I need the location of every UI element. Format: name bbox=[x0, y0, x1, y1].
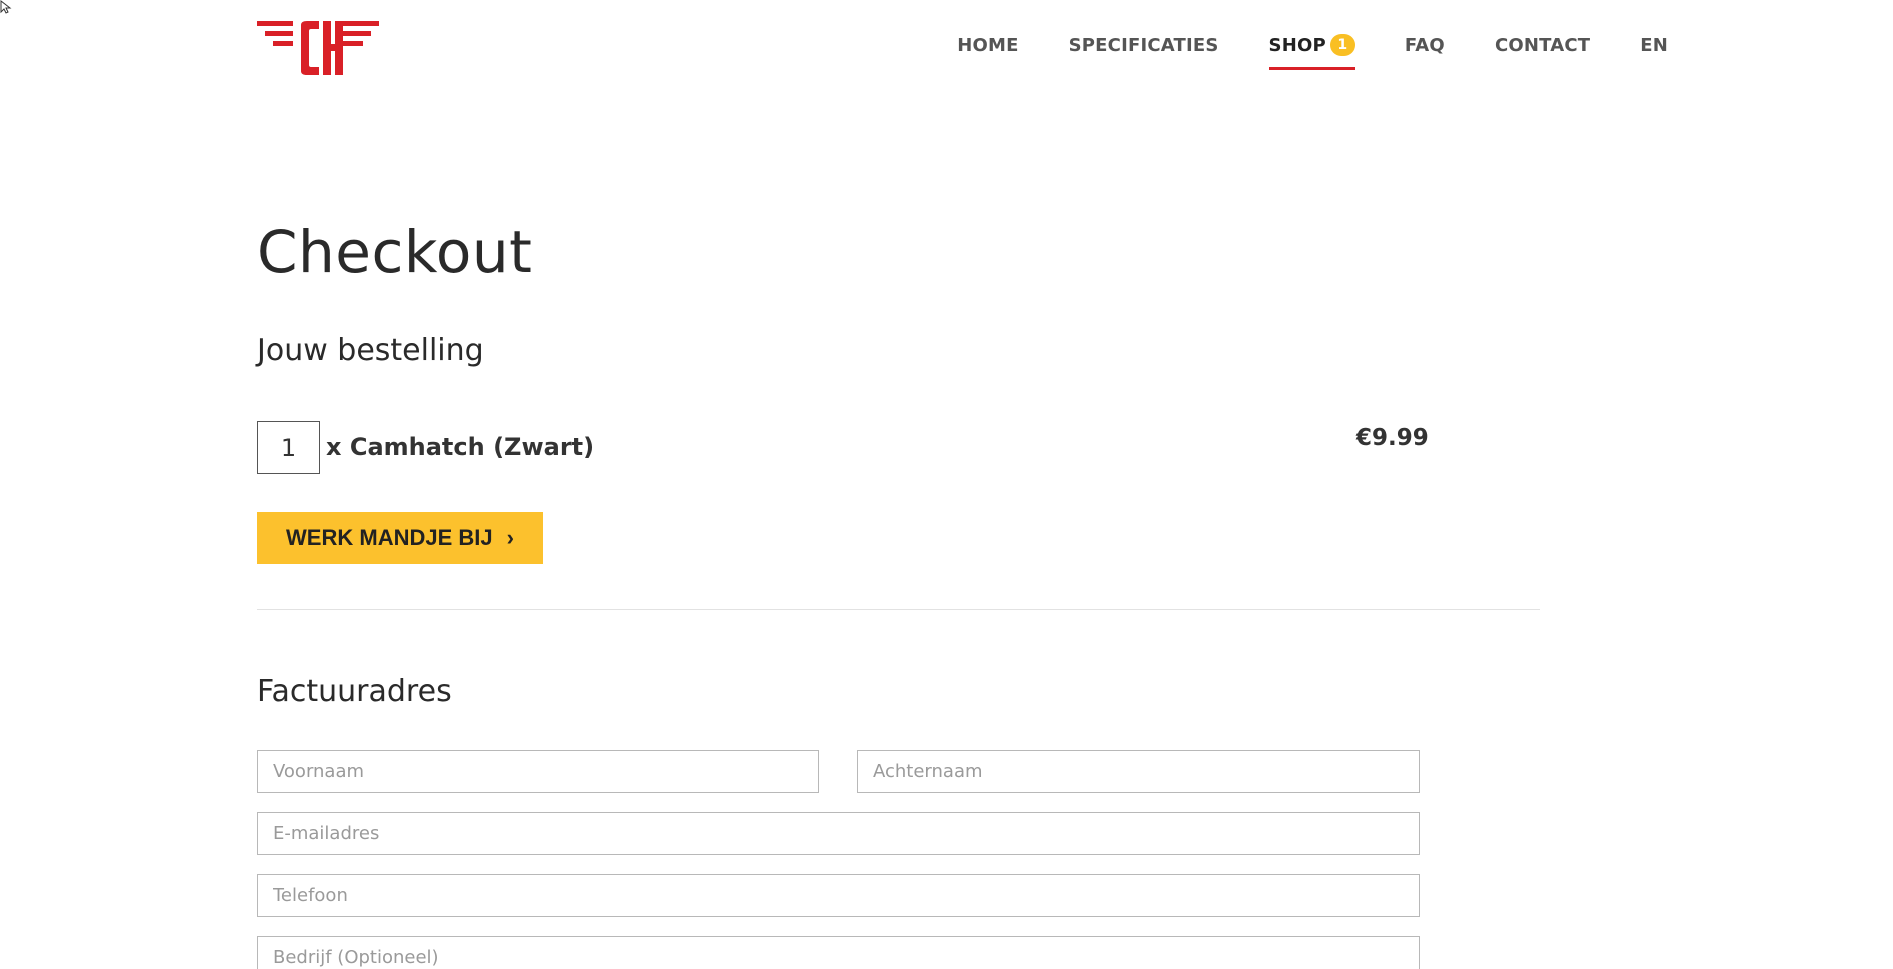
chevron-right-icon: › bbox=[506, 525, 514, 550]
quantity-input[interactable] bbox=[257, 421, 320, 474]
nav-item-contact-label: CONTACT bbox=[1494, 34, 1591, 56]
nav-item-shop[interactable]: SHOP 1 bbox=[1268, 30, 1356, 70]
nav-item-specificaties-label: SPECIFICATIES bbox=[1068, 34, 1219, 56]
nav-item-language[interactable]: EN bbox=[1640, 31, 1668, 70]
update-cart-button[interactable]: WERK MANDJE BIJ › bbox=[257, 512, 543, 564]
page-title: Checkout bbox=[257, 218, 533, 286]
product-name: x Camhatch (Zwart) bbox=[326, 433, 595, 461]
last-name-field[interactable] bbox=[857, 750, 1420, 793]
nav-item-specificaties[interactable]: SPECIFICATIES bbox=[1069, 31, 1219, 70]
cart-count-badge: 1 bbox=[1329, 34, 1355, 56]
nav-item-contact[interactable]: CONTACT bbox=[1495, 31, 1590, 70]
site-header: HOME SPECIFICATIES SHOP 1 FAQ CONTACT EN bbox=[0, 0, 1893, 110]
phone-field[interactable] bbox=[257, 874, 1420, 917]
email-field[interactable] bbox=[257, 812, 1420, 855]
nav-item-faq-label: FAQ bbox=[1404, 34, 1445, 56]
order-heading: Jouw bestelling bbox=[257, 333, 484, 368]
camhatch-logo[interactable] bbox=[257, 21, 379, 75]
section-divider bbox=[257, 609, 1540, 610]
main-nav: HOME SPECIFICATIES SHOP 1 FAQ CONTACT EN bbox=[957, 30, 1668, 70]
product-price: €9.99 bbox=[1356, 425, 1429, 451]
nav-item-home-label: HOME bbox=[957, 34, 1019, 56]
update-cart-button-label: WERK MANDJE BIJ bbox=[286, 525, 493, 550]
nav-item-language-label: EN bbox=[1640, 34, 1668, 56]
nav-item-shop-label: SHOP bbox=[1268, 35, 1326, 56]
nav-item-home[interactable]: HOME bbox=[957, 31, 1018, 70]
billing-heading: Factuuradres bbox=[257, 674, 452, 709]
first-name-field[interactable] bbox=[257, 750, 819, 793]
nav-item-faq[interactable]: FAQ bbox=[1405, 31, 1445, 70]
company-field[interactable] bbox=[257, 936, 1420, 969]
